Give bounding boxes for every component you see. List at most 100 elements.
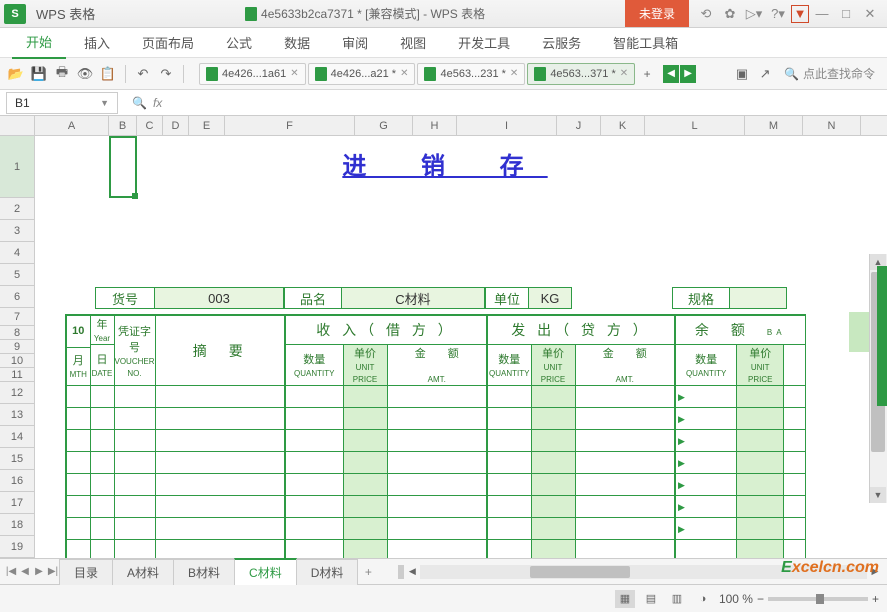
table-cell[interactable]: [285, 518, 343, 540]
table-cell[interactable]: [114, 518, 155, 540]
menu-start[interactable]: 开始: [12, 26, 66, 59]
help-icon[interactable]: ?▾: [767, 3, 789, 25]
sheet-tab-b[interactable]: B材料: [173, 559, 235, 585]
row-header[interactable]: 12: [0, 382, 34, 404]
table-cell[interactable]: [155, 518, 285, 540]
table-cell[interactable]: [387, 430, 487, 452]
table-cell[interactable]: [487, 474, 531, 496]
menu-formula[interactable]: 公式: [212, 27, 266, 58]
row-header[interactable]: 7: [0, 308, 34, 326]
table-cell[interactable]: [155, 540, 285, 559]
col-header[interactable]: L: [645, 116, 745, 135]
table-cell[interactable]: [343, 540, 387, 559]
table-cell[interactable]: [487, 408, 531, 430]
table-cell[interactable]: [784, 452, 805, 474]
fx-label[interactable]: fx: [153, 96, 162, 110]
col-header[interactable]: J: [557, 116, 601, 135]
table-cell[interactable]: [387, 496, 487, 518]
doc-tab-active[interactable]: 4e563...371 *✕: [527, 63, 635, 85]
menu-insert[interactable]: 插入: [70, 27, 124, 58]
table-cell[interactable]: [66, 452, 90, 474]
link-icon[interactable]: ↗: [755, 64, 775, 84]
sheet-first-button[interactable]: |◀: [4, 565, 18, 579]
menu-cloud[interactable]: 云服务: [528, 27, 595, 58]
table-cell[interactable]: [487, 518, 531, 540]
col-header[interactable]: F: [225, 116, 355, 135]
minimize-button[interactable]: —: [811, 3, 833, 25]
table-cell[interactable]: [343, 386, 387, 408]
table-cell[interactable]: [155, 386, 285, 408]
table-cell[interactable]: [531, 386, 575, 408]
col-header[interactable]: E: [189, 116, 225, 135]
name-box[interactable]: B1 ▼: [6, 92, 118, 114]
table-cell[interactable]: [784, 386, 805, 408]
table-cell[interactable]: [531, 408, 575, 430]
table-cell[interactable]: [737, 452, 784, 474]
row-header[interactable]: 11: [0, 368, 34, 382]
table-cell[interactable]: [531, 430, 575, 452]
col-header[interactable]: K: [601, 116, 645, 135]
table-cell[interactable]: [90, 452, 114, 474]
table-cell[interactable]: [66, 408, 90, 430]
col-header[interactable]: M: [745, 116, 803, 135]
table-cell[interactable]: [531, 518, 575, 540]
open-icon[interactable]: 📂: [6, 64, 26, 84]
row-header[interactable]: 2: [0, 198, 34, 220]
sheet-tab-a[interactable]: A材料: [112, 559, 174, 585]
table-cell[interactable]: [114, 496, 155, 518]
view-layout-button[interactable]: ▤: [641, 590, 661, 608]
table-cell[interactable]: [575, 386, 675, 408]
tab-next-button[interactable]: ▶: [680, 65, 696, 83]
table-cell[interactable]: [784, 474, 805, 496]
preview-icon[interactable]: 👁: [75, 64, 95, 84]
table-cell[interactable]: [285, 496, 343, 518]
table-cell[interactable]: [285, 452, 343, 474]
row-header[interactable]: 18: [0, 514, 34, 536]
table-cell[interactable]: [575, 540, 675, 559]
col-header[interactable]: N: [803, 116, 861, 135]
table-cell[interactable]: [531, 496, 575, 518]
table-cell[interactable]: ▶: [675, 474, 737, 496]
table-cell[interactable]: [387, 386, 487, 408]
menu-data[interactable]: 数据: [270, 27, 324, 58]
col-header[interactable]: B: [109, 116, 137, 135]
table-cell[interactable]: [575, 430, 675, 452]
row-header[interactable]: 5: [0, 264, 34, 286]
view-normal-button[interactable]: ▦: [615, 590, 635, 608]
table-cell[interactable]: [90, 474, 114, 496]
table-cell[interactable]: [155, 496, 285, 518]
search-icon[interactable]: 🔍: [132, 96, 147, 110]
menu-tools[interactable]: 智能工具箱: [599, 27, 692, 58]
scroll-left-button[interactable]: ◀: [404, 564, 420, 580]
table-cell[interactable]: [343, 474, 387, 496]
table-cell[interactable]: [575, 452, 675, 474]
col-header[interactable]: I: [457, 116, 557, 135]
doc-tab[interactable]: 4e563...231 *✕: [417, 63, 525, 85]
col-header[interactable]: D: [163, 116, 189, 135]
table-cell[interactable]: [575, 496, 675, 518]
table-cell[interactable]: [285, 430, 343, 452]
zoom-in-button[interactable]: +: [872, 592, 879, 606]
table-cell[interactable]: [66, 496, 90, 518]
scroll-down-button[interactable]: ▼: [870, 487, 886, 503]
add-sheet-button[interactable]: +: [358, 565, 378, 579]
table-cell[interactable]: [155, 474, 285, 496]
close-icon[interactable]: ✕: [290, 68, 298, 79]
table-cell[interactable]: [90, 430, 114, 452]
row-header[interactable]: 14: [0, 426, 34, 448]
table-cell[interactable]: [531, 474, 575, 496]
col-header[interactable]: C: [137, 116, 163, 135]
table-cell[interactable]: [737, 430, 784, 452]
table-cell[interactable]: [487, 386, 531, 408]
table-cell[interactable]: [487, 452, 531, 474]
table-cell[interactable]: [737, 518, 784, 540]
table-cell[interactable]: [114, 474, 155, 496]
table-cell[interactable]: [66, 474, 90, 496]
table-cell[interactable]: [114, 430, 155, 452]
table-cell[interactable]: [387, 540, 487, 559]
table-cell[interactable]: [487, 540, 531, 559]
table-cell[interactable]: [387, 452, 487, 474]
reading-button[interactable]: ◑: [693, 590, 713, 608]
sheet-next-button[interactable]: ▶: [32, 565, 46, 579]
formula-input[interactable]: [170, 92, 887, 114]
